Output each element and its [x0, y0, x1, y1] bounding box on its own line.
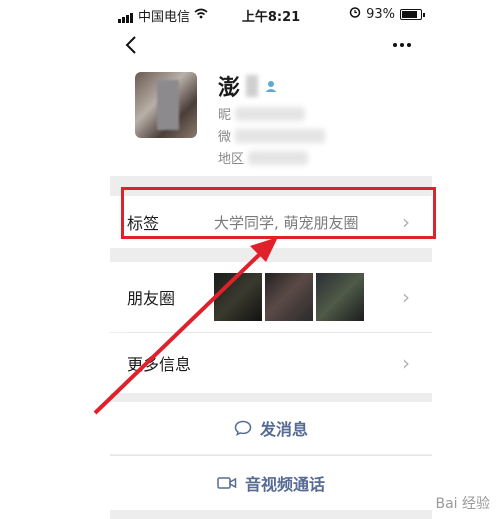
annotation-arrow	[93, 237, 278, 415]
watermark: Bai 经验	[435, 496, 490, 512]
